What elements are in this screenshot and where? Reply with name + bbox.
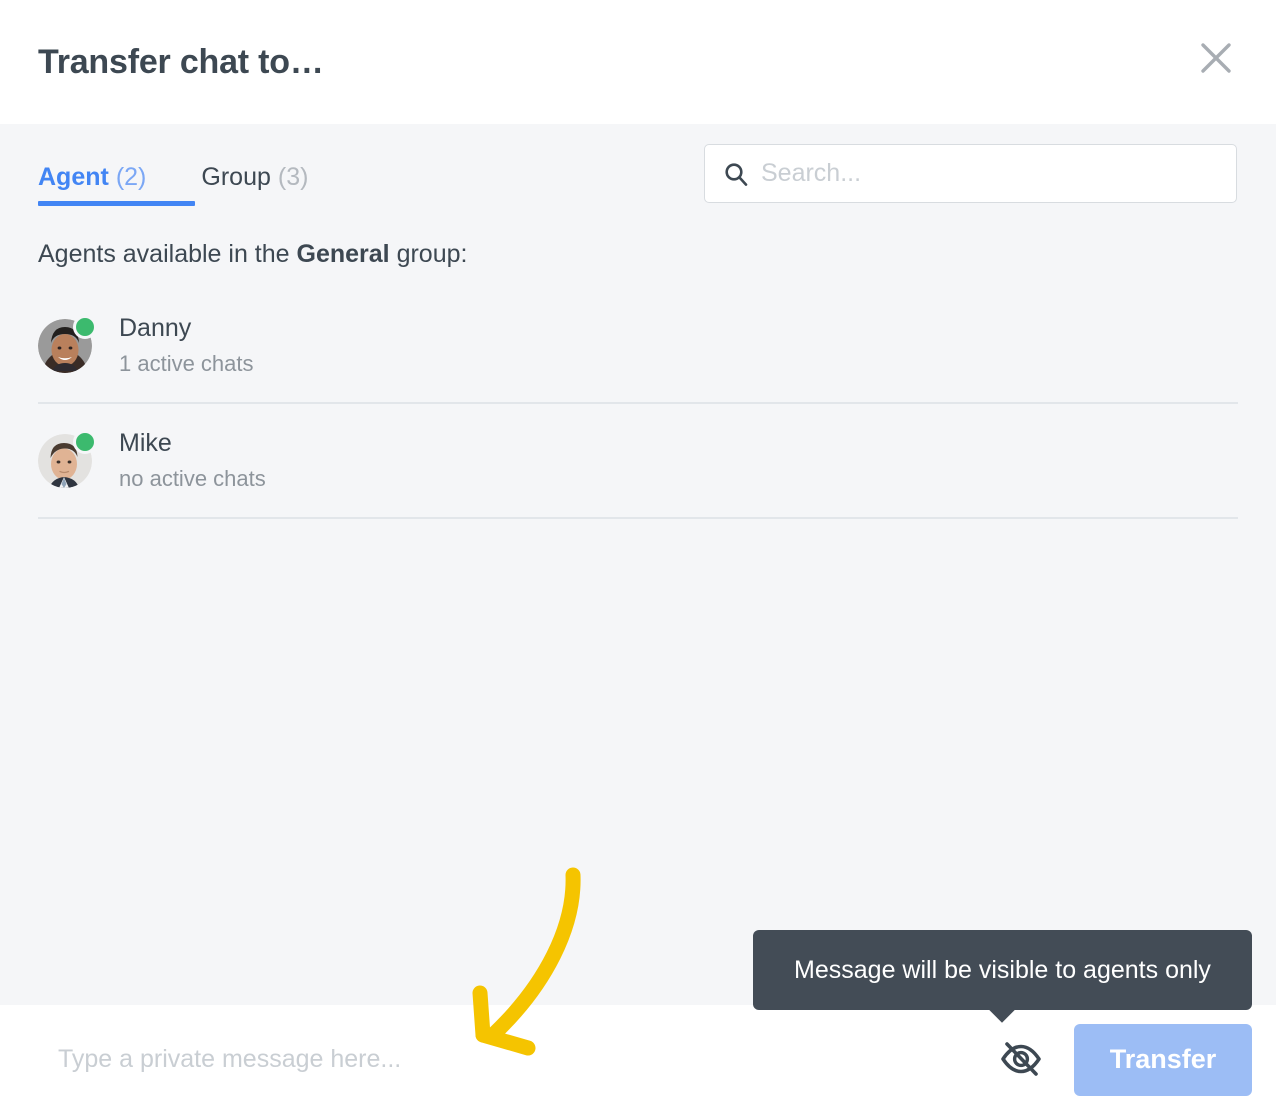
tooltip: Message will be visible to agents only xyxy=(753,930,1252,1010)
tooltip-text: Message will be visible to agents only xyxy=(794,955,1211,984)
tab-agent[interactable]: Agent (2) xyxy=(38,148,196,206)
avatar xyxy=(38,314,97,373)
tab-agent-label: Agent xyxy=(38,162,109,191)
list-item[interactable]: Danny 1 active chats xyxy=(38,289,1238,404)
list-item[interactable]: Mike no active chats xyxy=(38,404,1238,519)
toolbar: Agent (2) Group (3) xyxy=(0,124,1276,230)
modal-header: Transfer chat to… xyxy=(0,0,1276,124)
group-caption-prefix: Agents available in the xyxy=(38,240,297,268)
group-caption-name: General xyxy=(296,240,390,268)
search-input[interactable] xyxy=(761,145,1218,202)
agent-status: no active chats xyxy=(119,465,266,491)
agent-text: Danny 1 active chats xyxy=(119,315,254,376)
close-button[interactable] xyxy=(1186,28,1246,88)
group-caption: Agents available in the General group: xyxy=(38,230,1238,267)
transfer-button[interactable]: Transfer xyxy=(1074,1023,1252,1096)
agent-name: Mike xyxy=(119,429,172,458)
avatar xyxy=(38,429,97,488)
eye-off-icon xyxy=(998,1035,1044,1084)
tab-group-count: (3) xyxy=(277,162,309,191)
modal-body: Agents available in the General group: D… xyxy=(0,230,1276,1005)
private-message-input[interactable] xyxy=(58,1005,990,1114)
presence-dot-online xyxy=(73,429,97,454)
presence-dot-online xyxy=(73,314,97,339)
tab-agent-count: (2) xyxy=(115,162,147,191)
tab-bar: Agent (2) Group (3) xyxy=(38,124,363,230)
tab-group[interactable]: Group (3) xyxy=(201,148,308,206)
group-caption-suffix: group: xyxy=(389,240,468,268)
tab-group-label: Group xyxy=(201,162,271,191)
agent-text: Mike no active chats xyxy=(119,430,266,491)
search-box[interactable] xyxy=(704,144,1237,203)
visibility-toggle-button[interactable] xyxy=(990,1029,1052,1091)
agent-status: 1 active chats xyxy=(119,350,254,376)
transfer-chat-modal: Transfer chat to… Agent (2) Group (3) Se… xyxy=(0,0,1276,1114)
agent-list: Danny 1 active chats Mike no active chat… xyxy=(38,289,1238,519)
page-title: Transfer chat to… xyxy=(38,43,324,81)
agent-name: Danny xyxy=(119,314,192,343)
modal-footer: Transfer xyxy=(0,1005,1276,1114)
search-icon xyxy=(723,161,749,187)
close-icon xyxy=(1199,41,1233,75)
